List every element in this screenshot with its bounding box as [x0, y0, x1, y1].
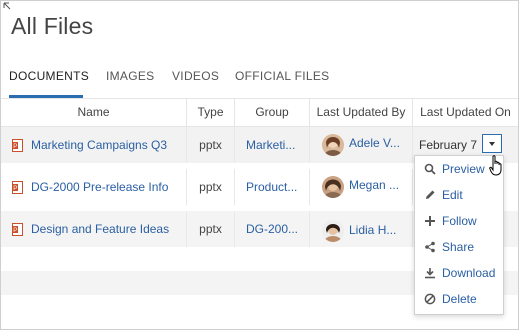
avatar — [322, 220, 344, 242]
menu-item-label: Follow — [442, 214, 477, 228]
type-cell: pptx — [187, 211, 235, 247]
column-header-updated-on[interactable]: Last Updated On — [413, 99, 518, 126]
table-header: Name Type Group Last Updated By Last Upd… — [1, 98, 518, 127]
tab-official-files[interactable]: OFFICIAL FILES — [235, 67, 329, 97]
svg-text:P: P — [13, 228, 17, 234]
column-header-type[interactable]: Type — [187, 99, 235, 126]
menu-item-label: Preview — [442, 162, 485, 176]
menu-item-edit[interactable]: Edit — [415, 182, 503, 208]
group-link[interactable]: Marketi... — [246, 127, 295, 163]
page-title: All Files — [11, 13, 94, 39]
tab-videos[interactable]: VIDEOS — [172, 67, 219, 97]
column-header-updated-by[interactable]: Last Updated By — [310, 99, 413, 126]
search-icon — [424, 163, 436, 175]
tab-documents[interactable]: DOCUMENTS — [9, 67, 89, 97]
menu-item-label: Delete — [442, 292, 477, 306]
updated-by-link[interactable]: Adele V... — [349, 130, 400, 156]
menu-item-delete[interactable]: Delete — [415, 286, 503, 312]
tab-images[interactable]: IMAGES — [106, 67, 154, 97]
download-icon — [425, 268, 435, 279]
avatar — [322, 176, 344, 198]
updated-by-link[interactable]: Lidia H... — [349, 217, 396, 243]
name-cell: P DG-2000 Pre-release Info — [1, 169, 187, 205]
resize-arrow-icon — [3, 2, 11, 10]
pptx-file-icon: P — [12, 181, 23, 194]
name-cell: P Design and Feature Ideas — [1, 211, 187, 247]
files-panel: All Files DOCUMENTS IMAGES VIDEOS OFFICI… — [0, 0, 519, 330]
type-cell: pptx — [187, 169, 235, 205]
file-name-link[interactable]: Marketing Campaigns Q3 — [31, 127, 167, 163]
avatar — [322, 134, 344, 156]
menu-item-follow[interactable]: Follow — [415, 208, 503, 234]
type-cell: pptx — [187, 127, 235, 163]
row-actions-menu: Preview Edit Follow Share Download Delet… — [414, 155, 504, 315]
file-name-link[interactable]: Design and Feature Ideas — [31, 211, 169, 247]
menu-item-download[interactable]: Download — [415, 260, 503, 286]
name-cell: P Marketing Campaigns Q3 — [1, 127, 187, 163]
share-icon — [425, 241, 435, 253]
group-link[interactable]: DG-200... — [246, 211, 298, 247]
row-actions-dropdown-button[interactable] — [482, 134, 502, 153]
updated-by-link[interactable]: Megan ... — [349, 172, 399, 198]
menu-item-share[interactable]: Share — [415, 234, 503, 260]
group-cell: Marketi... — [235, 127, 310, 163]
file-name-link[interactable]: DG-2000 Pre-release Info — [31, 169, 168, 205]
menu-item-label: Edit — [442, 188, 463, 202]
pencil-icon — [426, 190, 435, 199]
pptx-file-icon: P — [12, 139, 23, 152]
chevron-down-icon — [489, 142, 495, 146]
column-header-name[interactable]: Name — [1, 99, 187, 126]
group-cell: DG-200... — [235, 211, 310, 247]
svg-text:P: P — [13, 144, 17, 150]
menu-item-label: Download — [442, 266, 496, 280]
menu-item-label: Share — [442, 240, 475, 254]
hand-cursor-icon — [489, 155, 502, 176]
column-header-group[interactable]: Group — [235, 99, 310, 126]
svg-text:P: P — [13, 186, 17, 192]
group-cell: Product... — [235, 169, 310, 205]
block-icon — [424, 293, 436, 305]
pptx-file-icon: P — [12, 223, 23, 236]
group-link[interactable]: Product... — [246, 169, 297, 205]
plus-icon — [425, 216, 435, 226]
